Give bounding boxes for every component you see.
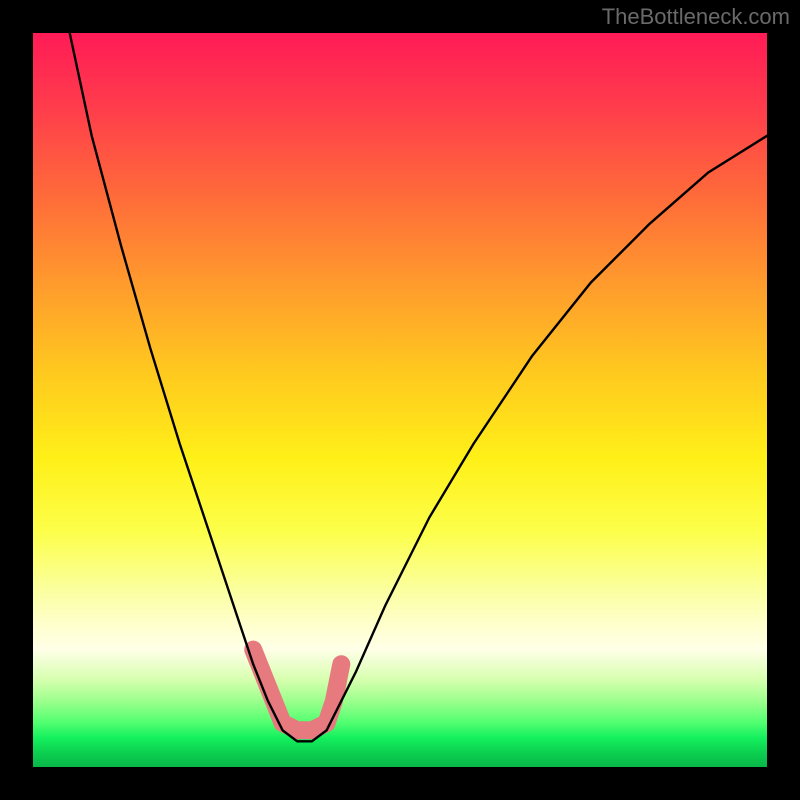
chart-svg (33, 33, 767, 767)
minimum-marker (253, 650, 341, 731)
chart-plot-area (33, 33, 767, 767)
bottleneck-curve (70, 33, 767, 741)
watermark-text: TheBottleneck.com (602, 4, 790, 30)
